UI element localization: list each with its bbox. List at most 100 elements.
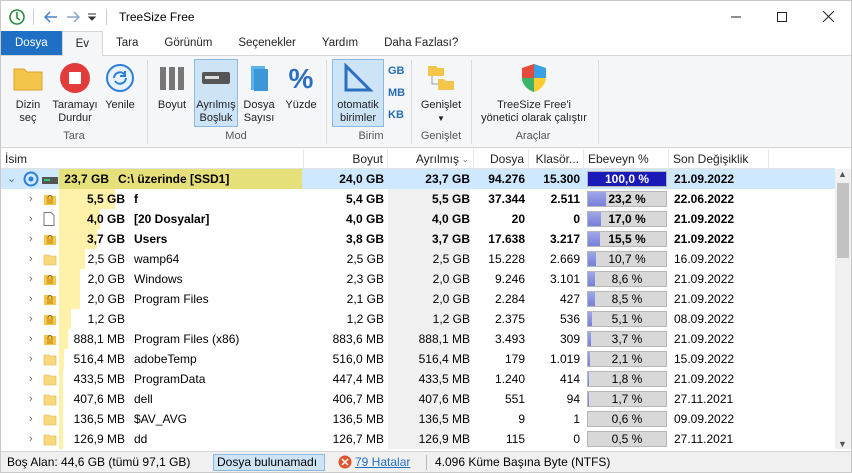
tab-secenekler[interactable]: Seçenekler [225, 31, 309, 55]
cell-allocated: 516,4 MB [388, 349, 470, 369]
tree-size-label: 433,5 MB [73, 372, 125, 386]
unit-gb-button[interactable]: GB [388, 65, 405, 77]
treesize-window: TreeSize Free Dosya Ev Tara Görünüm Seçe… [0, 0, 852, 473]
maximize-button[interactable] [759, 1, 805, 32]
col-files-header[interactable]: Dosya [474, 149, 529, 169]
group-label-units: Birim [358, 130, 384, 142]
tree-size-label: 516,4 MB [73, 352, 125, 366]
cell-modified: 16.09.2022 [674, 252, 735, 266]
parent-pct-bar: 1,7 % [587, 391, 667, 407]
allocated-space-button[interactable]: Ayrılmış Boşluk [194, 59, 238, 127]
quick-access-dropdown-icon[interactable] [84, 1, 100, 32]
chevron-right-icon[interactable]: › [29, 289, 33, 309]
tree-row[interactable]: › 126,9 MB dd 126,7 MB 126,9 MB 115 0 0,5 % 27.1… [1, 429, 835, 449]
cell-modified: 21.09.2022 [674, 272, 735, 286]
tab-daha-fazlasi[interactable]: Daha Fazlası? [371, 31, 471, 55]
tree-name: Windows [134, 272, 183, 286]
bars-icon [154, 60, 190, 96]
tab-yardim[interactable]: Yardım [309, 31, 371, 55]
auto-units-button[interactable]: otomatik birimler [332, 59, 384, 127]
scroll-up-icon[interactable]: ▲ [838, 169, 847, 179]
tree-row[interactable]: › 136,5 MB $AV_AVG 136,5 MB 136,5 MB 9 1 0,6 % 0… [1, 409, 835, 429]
chevron-right-icon[interactable]: › [29, 349, 33, 369]
chevron-right-icon[interactable]: › [29, 189, 33, 209]
col-size-header[interactable]: Boyut [304, 149, 388, 169]
cell-files: 115 [505, 432, 525, 446]
cell-modified: 21.09.2022 [674, 212, 735, 226]
chevron-right-icon[interactable]: › [29, 249, 33, 269]
chevron-down-icon[interactable]: ⌄ [7, 169, 16, 189]
tree-row[interactable]: › 5,5 GB f 5,4 GB 5,5 GB 37.344 2.511 23,2 % 22.… [1, 189, 835, 209]
tree-row[interactable]: › 888,1 MB Program Files (x86) 883,6 MB 888,… [1, 329, 835, 349]
tree-row[interactable]: › 2,0 GB Windows 2,3 GB 2,0 GB 9.246 3.101 8,6 … [1, 269, 835, 289]
minimize-button[interactable] [713, 1, 759, 32]
expand-button[interactable]: Genişlet ▼ [415, 60, 467, 125]
parent-pct-bar: 0,5 % [587, 431, 667, 447]
percent-button[interactable]: % Yüzde [281, 60, 321, 112]
drive-icon [42, 174, 58, 188]
stop-scan-button[interactable]: Taramayı Durdur [51, 60, 99, 125]
chevron-right-icon[interactable]: › [29, 309, 33, 329]
parent-pct-bar: 1,8 % [587, 371, 667, 387]
chevron-right-icon[interactable]: › [29, 429, 33, 449]
tree-row[interactable]: › 407,6 MB dell 406,7 MB 407,6 MB 551 94 1,7 % 2… [1, 389, 835, 409]
grid-header: İsim Boyut Ayrılmış ⌄ Dosya Klasör... Eb… [1, 149, 835, 186]
col-modified-header[interactable]: Son Değişiklik [669, 149, 769, 169]
sort-desc-icon: ⌄ [461, 154, 469, 164]
select-directory-button[interactable]: Dizin seç [7, 60, 49, 125]
tree-row[interactable]: › 1,2 GB 1,2 GB 1,2 GB 2.375 536 5,1 % 08.09.20… [1, 309, 835, 329]
tree-row[interactable]: › 4,0 GB [20 Dosyalar] 4,0 GB 4,0 GB 20 0 17,0 … [1, 209, 835, 229]
close-button[interactable] [805, 1, 851, 32]
forward-arrow-icon[interactable] [62, 1, 84, 32]
size-mode-button[interactable]: Boyut [153, 60, 191, 112]
tree-row[interactable]: › 433,5 MB ProgramData 447,4 MB 433,5 MB 1.24… [1, 369, 835, 389]
parent-pct-bar: 0,6 % [587, 411, 667, 427]
tree-row[interactable]: › 3,7 GB Users 3,8 GB 3,7 GB 17.638 3.217 15,5 … [1, 229, 835, 249]
chevron-right-icon[interactable]: › [29, 269, 33, 289]
errors-link[interactable]: 79 Hatalar [355, 452, 410, 473]
cell-folders: 1.019 [549, 352, 580, 366]
search-status-field[interactable]: Dosya bulunamadı [213, 454, 325, 471]
scrollbar-thumb[interactable] [837, 183, 849, 258]
chevron-right-icon[interactable]: › [29, 369, 33, 389]
tree-row[interactable]: › 2,5 GB wamp64 2,5 GB 2,5 GB 15.228 2.669 10,7… [1, 249, 835, 269]
unit-mb-button[interactable]: MB [388, 87, 405, 99]
cell-allocated: 2,0 GB [388, 269, 470, 289]
vertical-scrollbar[interactable]: ▲ ▼ [835, 169, 851, 449]
col-allocated-header[interactable]: Ayrılmış ⌄ [388, 149, 474, 169]
locked-folder-icon [43, 232, 57, 249]
refresh-button[interactable]: Yenile [101, 60, 139, 112]
tree-name: dd [134, 432, 148, 446]
col-folders-header[interactable]: Klasör... [529, 149, 584, 169]
col-parent-pct-header[interactable]: Ebeveyn % (... [584, 149, 669, 186]
tab-ev[interactable]: Ev [61, 31, 104, 56]
cell-modified: 21.09.2022 [674, 292, 735, 306]
back-arrow-icon[interactable] [40, 1, 62, 32]
chevron-right-icon[interactable]: › [29, 389, 33, 409]
tree-row[interactable]: › 2,0 GB Program Files 2,1 GB 2,0 GB 2.284 427… [1, 289, 835, 309]
cell-folders: 0 [573, 212, 580, 226]
file-count-button[interactable]: Dosya Sayısı [241, 60, 277, 125]
tree-name: Program Files (x86) [134, 332, 240, 346]
chevron-right-icon[interactable]: › [29, 409, 33, 429]
tree-row[interactable]: › 516,4 MB adobeTemp 516,0 MB 516,4 MB 179 1.0… [1, 349, 835, 369]
tree-grid: ⌄ 23,7 GB C:\ üzerinde [SSD1] 24,0 GB 23… [1, 169, 835, 449]
run-as-admin-button[interactable]: TreeSize Free'i yönetici olarak çalıştır [475, 60, 593, 125]
tab-dosya[interactable]: Dosya [1, 31, 62, 55]
unit-kb-button[interactable]: KB [388, 109, 404, 121]
folder-icon [43, 412, 57, 429]
chevron-right-icon[interactable]: › [29, 229, 33, 249]
tree-size-label: 1,2 GB [87, 312, 125, 326]
scroll-down-icon[interactable]: ▼ [838, 439, 847, 449]
chevron-right-icon[interactable]: › [29, 329, 33, 349]
cell-modified: 21.09.2022 [674, 172, 735, 186]
tab-tara[interactable]: Tara [103, 31, 151, 55]
col-name-header[interactable]: İsim [1, 149, 304, 169]
cell-modified: 27.11.2021 [674, 432, 734, 446]
tree-root-row[interactable]: ⌄ 23,7 GB C:\ üzerinde [SSD1] 24,0 GB 23… [1, 169, 835, 189]
cluster-info-text: 4.096 Küme Başına Byte (NTFS) [435, 455, 611, 469]
tab-gorunum[interactable]: Görünüm [151, 31, 225, 55]
chevron-right-icon[interactable]: › [29, 209, 33, 229]
cell-size: 4,0 GB [345, 212, 384, 226]
tree-name: C:\ üzerinde [SSD1] [118, 172, 230, 186]
